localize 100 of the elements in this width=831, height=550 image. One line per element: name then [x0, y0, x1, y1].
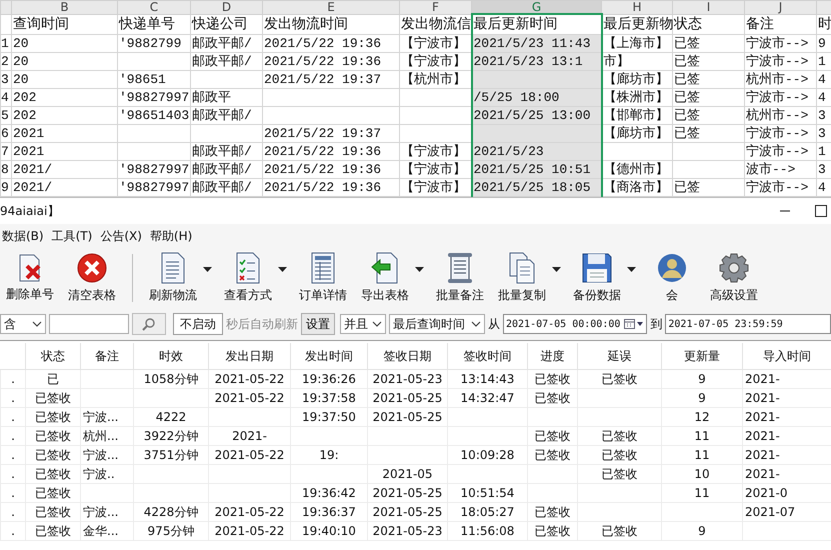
search-button[interactable] — [132, 313, 166, 335]
table-cell: 已签收 — [578, 370, 662, 388]
to-label: 到 — [650, 316, 662, 332]
column-letter[interactable]: E — [327, 0, 335, 14]
toolbar-button[interactable]: 查看方式 — [220, 250, 276, 306]
table-cell: 10 — [662, 464, 742, 484]
table-cell: 已签收 — [528, 426, 578, 446]
time-field-select[interactable]: 最后查询时间 — [389, 314, 485, 334]
table-cell: '98827997 — [118, 88, 190, 106]
row-number[interactable]: 9 — [0, 178, 12, 196]
table-cell: 已签 — [672, 106, 744, 124]
table-cell: 2021-05-22 — [208, 446, 290, 464]
table-cell: 20 — [12, 70, 118, 88]
table-cell: 19:36:42 — [290, 484, 368, 502]
table-cell: 2021/5/25 13:00 — [472, 106, 602, 124]
column-header[interactable]: 更新量 — [662, 343, 742, 370]
table-cell: 已签收 — [578, 464, 662, 484]
date-time-field[interactable]: 2021-07-05 23:59:59 — [665, 314, 831, 334]
toolbar-button[interactable]: 清空表格 — [64, 250, 120, 306]
column-letter[interactable]: B — [60, 0, 69, 14]
table-cell: '9882799 — [118, 34, 190, 52]
column-header[interactable]: 导入时间 — [742, 343, 831, 370]
menu-item[interactable]: 公告(X) — [100, 228, 142, 244]
table-cell: . — [0, 446, 26, 464]
toolbar-button[interactable]: 删除单号 — [2, 251, 58, 305]
table-cell: . — [0, 370, 26, 388]
column-letter[interactable]: I — [706, 0, 710, 14]
column-header[interactable]: 签收时间 — [448, 343, 528, 370]
table-cell: 9 — [662, 522, 742, 540]
toolbar-button[interactable]: 会 — [644, 250, 700, 306]
column-header[interactable]: 状态 — [26, 343, 80, 370]
table-cell: 邮政平邮/ — [190, 34, 262, 52]
column-letter[interactable]: J — [778, 0, 782, 14]
table-cell: 已签 — [672, 88, 744, 106]
column-letter[interactable]: H — [632, 0, 642, 14]
table-cell: 19:37:58 — [290, 388, 368, 408]
toolbar-button[interactable]: 高级设置 — [706, 250, 762, 306]
table-cell: 2021-05-23 — [368, 522, 448, 540]
table-cell: 19: — [290, 446, 368, 464]
table-cell: 2021/5/22 19:37 — [262, 124, 400, 142]
column-header[interactable]: 备注 — [80, 343, 134, 370]
table-cell: 宁波... — [80, 446, 134, 464]
column-letter[interactable]: F — [432, 0, 439, 14]
menu-item[interactable]: 帮助(H) — [150, 228, 192, 244]
column-header[interactable]: 时效 — [134, 343, 208, 370]
toolbar-button[interactable]: 备份数据 — [569, 250, 625, 306]
search-field[interactable] — [49, 314, 129, 334]
scroll-icon — [445, 252, 475, 284]
table-cell: 2021-05-22 — [208, 388, 290, 408]
table-cell: 2021 — [12, 142, 118, 160]
table-cell: 2021/5/23 13:1 — [472, 52, 602, 70]
refresh-interval-field[interactable]: 不启动 — [173, 313, 223, 335]
column-letter[interactable]: G — [532, 0, 542, 14]
menu-item[interactable]: 工具(T) — [52, 228, 92, 244]
table-cell: 宁波市--> — [744, 178, 816, 196]
caret-icon — [552, 266, 561, 272]
row-number[interactable]: 6 — [0, 124, 12, 142]
column-header[interactable]: 发出日期 — [208, 343, 290, 370]
date-time-field[interactable]: 2021-07-05 00:00:00 — [503, 314, 648, 334]
table-cell: 11:56:08 — [448, 522, 528, 540]
table-cell: 10:51:54 — [448, 484, 528, 502]
table-cell: '98651403 — [118, 106, 190, 124]
row-number[interactable]: 3 — [0, 70, 12, 88]
column-header[interactable]: 发出时间 — [290, 343, 368, 370]
table-cell: 已签收 — [26, 522, 80, 540]
toolbar-button[interactable]: 刷新物流 — [145, 250, 201, 306]
toolbar-button[interactable]: 批量备注 — [432, 250, 488, 306]
toolbar-button[interactable]: 批量复制 — [494, 250, 550, 306]
row-number[interactable]: 7 — [0, 142, 12, 160]
table-cell: 宁波... — [80, 502, 134, 522]
row-number[interactable]: 4 — [0, 88, 12, 106]
table-cell: 宁波市--> — [744, 124, 816, 142]
table-cell: 已签 — [672, 178, 744, 196]
menu-item[interactable]: 数据(B) — [2, 228, 44, 244]
column-header[interactable]: 延误 — [578, 343, 662, 370]
table-cell: 邮政平邮/ — [190, 142, 262, 160]
table-cell: 19:40:10 — [290, 522, 368, 540]
column-letter[interactable]: C — [150, 0, 158, 14]
column-header[interactable]: 进度 — [528, 343, 578, 370]
row-number[interactable]: 5 — [0, 106, 12, 124]
column-header[interactable]: 签收日期 — [368, 343, 448, 370]
row-number[interactable]: 8 — [0, 160, 12, 178]
table-cell: 已 — [26, 370, 80, 388]
table-cell: 2021/5/25 18:05 — [472, 178, 602, 196]
calendar-icon[interactable] — [624, 318, 644, 330]
settings-button[interactable]: 设置 — [301, 313, 335, 335]
toolbar-button[interactable]: 导出表格 — [357, 250, 413, 306]
table-cell: 已签 — [672, 70, 744, 88]
row-number[interactable]: 1 — [0, 34, 12, 52]
column-letter[interactable]: D — [222, 0, 232, 14]
table-cell: 11 — [662, 484, 742, 502]
gear-icon — [718, 252, 750, 284]
table-cell: 【廊坊市】 — [602, 70, 672, 88]
toolbar-button[interactable]: 订单详情 — [295, 250, 351, 306]
row-number[interactable]: 2 — [0, 52, 12, 70]
match-select[interactable]: 含 — [0, 314, 46, 334]
logic-select[interactable]: 并且 — [340, 314, 386, 334]
table-cell: . — [0, 522, 26, 540]
table-cell: 2021-05-22 — [208, 370, 290, 388]
maximize-icon[interactable] — [815, 205, 827, 217]
